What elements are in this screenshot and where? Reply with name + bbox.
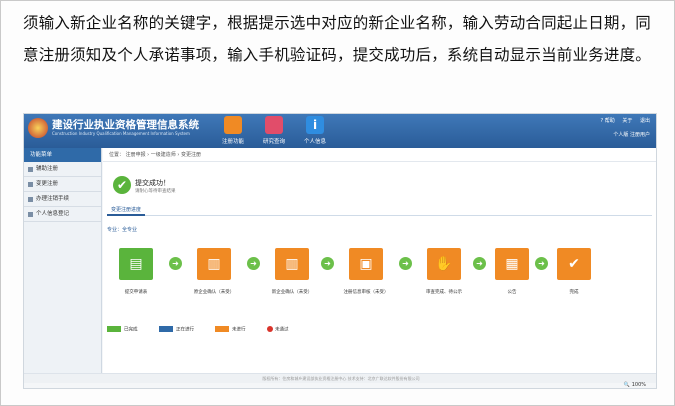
about-link[interactable]: 关于	[622, 118, 632, 124]
result-title: 提交成功！	[135, 179, 170, 187]
folder-icon: ▥	[275, 248, 309, 280]
breadcrumb: 位置： 注册申报 › 一级建造师 › 变更注册	[103, 148, 656, 162]
arrow-icon: ➜	[169, 257, 182, 270]
arrow-icon: ➜	[399, 257, 412, 270]
intro-text: 须输入新企业名称的关键字，根据提示选中对应的新企业名称，输入劳动合同起止日期，同…	[23, 14, 652, 64]
info-icon: i	[306, 116, 324, 134]
emblem-icon	[28, 118, 48, 138]
sidebar-head: 功能菜单	[24, 148, 101, 162]
folder-icon: ▥	[197, 248, 231, 280]
step-publicity: ✋ 审查完成、待公示	[415, 248, 473, 295]
step-notice: ▦ 公告	[483, 248, 541, 295]
legend-done: 已完成	[107, 326, 138, 335]
monitor-icon	[265, 116, 283, 134]
sidebar-item-profile[interactable]: 个人信息登记	[24, 207, 101, 222]
step-review: ▣ 注册信息审核（未受）	[337, 248, 395, 295]
help-link[interactable]: ? 帮助	[601, 118, 615, 124]
footer: 版权所有：住房和城乡建设部执业资格注册中心 技术支持：北京广联达软件股份有限公司	[24, 373, 656, 383]
nav-query[interactable]: 研究查询	[257, 115, 291, 148]
check-icon: ✔	[557, 248, 591, 280]
app-title: 建设行业执业资格管理信息系统	[52, 119, 199, 131]
register-icon	[224, 116, 242, 134]
top-links: ? 帮助 关于 退出	[595, 117, 650, 124]
legend-in-progress: 正在进行	[159, 326, 194, 335]
legend-failed: 未通过	[267, 326, 289, 335]
result-subtitle: 请耐心等待审查结果	[135, 189, 176, 194]
sidebar-item-assist[interactable]: 辅助注册	[24, 162, 101, 177]
main-panel: 位置： 注册申报 › 一级建造师 › 变更注册 ✔ 提交成功！ 请耐心等待审查结…	[103, 148, 656, 373]
embedded-screenshot: 建设行业执业资格管理信息系统 Construction Industry Qua…	[23, 113, 657, 389]
user-info: 个人版 注册用户	[613, 132, 650, 138]
logout-link[interactable]: 退出	[640, 118, 650, 124]
tab-progress[interactable]: 变更注册进度	[107, 206, 146, 216]
step-new-company: ▥ 新企业确认（未受）	[263, 248, 321, 295]
success-check-icon: ✔	[113, 176, 131, 194]
legend-not-started: 未进行	[215, 326, 246, 335]
tab-bar: 变更注册进度	[107, 206, 652, 216]
app-subtitle: Construction Industry Qualification Mana…	[52, 131, 190, 136]
sidebar-item-change[interactable]: 变更注册	[24, 177, 101, 192]
app-header: 建设行业执业资格管理信息系统 Construction Industry Qua…	[24, 114, 656, 148]
sidebar-item-cancel[interactable]: 办理注销手续	[24, 192, 101, 207]
step-complete: ✔ 完成	[545, 248, 603, 295]
document-icon: ▤	[119, 248, 153, 280]
progress-flow: ▤ 提交申请表 ➜ ▥ 原企业确认（未受） ➜ ▥ 新企业确认（未受） ➜ ▣ …	[107, 248, 655, 308]
step-submit: ▤ 提交申请表	[107, 248, 165, 295]
notice-icon: ▦	[495, 248, 529, 280]
arrow-icon: ➜	[247, 257, 260, 270]
nav-register[interactable]: 注册功能	[216, 115, 250, 148]
sidebar: 功能菜单 辅助注册 变更注册 办理注销手续 个人信息登记	[24, 148, 102, 373]
hands-icon: ✋	[427, 248, 461, 280]
step-old-company: ▥ 原企业确认（未受）	[185, 248, 243, 295]
monitor-icon: ▣	[349, 248, 383, 280]
zoom-level[interactable]: 🔍 100%	[624, 382, 646, 388]
article-frame: 须输入新企业名称的关键字，根据提示选中对应的新企业名称，输入劳动合同起止日期，同…	[0, 0, 675, 406]
arrow-icon: ➜	[321, 257, 334, 270]
nav-profile[interactable]: i 个人信息	[298, 115, 332, 148]
business-line: 专业：全专业	[107, 227, 138, 233]
